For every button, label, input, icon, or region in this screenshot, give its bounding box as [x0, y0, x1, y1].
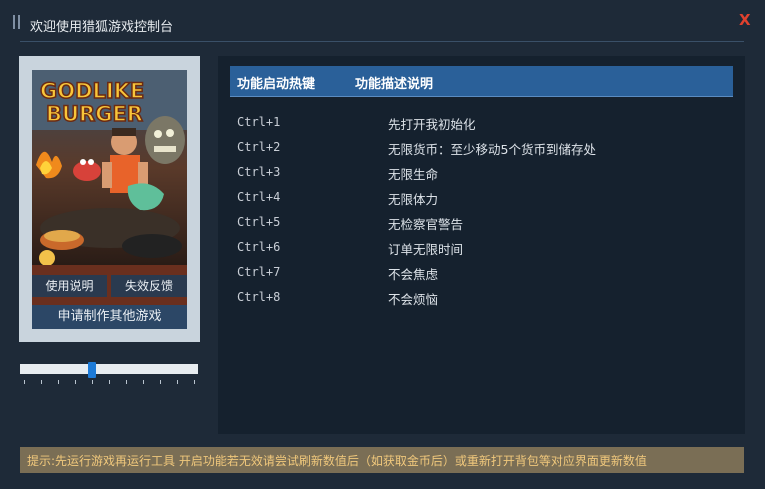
hotkey-key: Ctrl+2: [237, 140, 281, 154]
manual-button[interactable]: 使用说明: [32, 275, 107, 297]
hotkey-key: Ctrl+6: [237, 240, 281, 254]
hotkey-row: Ctrl+1 先打开我初始化: [237, 112, 727, 137]
slider-tick: [194, 380, 195, 384]
slider-tick: [92, 380, 93, 384]
hotkey-panel: 功能启动热键 功能描述说明 Ctrl+1 先打开我初始化 Ctrl+2 无限货币：至少…: [218, 56, 745, 434]
cover-logo-line1: GODLIKE: [40, 79, 144, 103]
slider-tick: [143, 380, 144, 384]
hotkey-key: Ctrl+4: [237, 190, 281, 204]
request-game-button[interactable]: 申请制作其他游戏: [32, 305, 187, 329]
description-column-header: 功能描述说明: [355, 77, 434, 92]
hotkey-row: Ctrl+6 订单无限时间: [237, 237, 727, 262]
slider-tick: [41, 380, 42, 384]
hotkey-description: 不会焦虑: [388, 267, 439, 282]
slider-track[interactable]: [20, 364, 198, 374]
slider-tick: [160, 380, 161, 384]
opacity-slider[interactable]: [20, 362, 198, 386]
close-button[interactable]: X: [739, 11, 751, 29]
slider-tick: [126, 380, 127, 384]
slider-tick: [109, 380, 110, 384]
hotkey-row: Ctrl+7 不会焦虑: [237, 262, 727, 287]
hotkey-key: Ctrl+7: [237, 265, 281, 279]
slider-ticks: [20, 380, 198, 385]
hotkey-row: Ctrl+2 无限货币：至少移动5个货币到储存处: [237, 137, 727, 162]
hotkey-key: Ctrl+3: [237, 165, 281, 179]
hotkey-row: Ctrl+5 无检察官警告: [237, 212, 727, 237]
title-bar: 欢迎使用猎狐游戏控制台 X: [0, 0, 765, 44]
window-title: 欢迎使用猎狐游戏控制台: [30, 20, 174, 35]
game-card: GODLIKE BURGER 使用说明 失效反馈 申请制作其他游戏: [19, 56, 200, 342]
hotkey-column-header: 功能启动热键: [237, 77, 316, 92]
drag-grip-icon[interactable]: [13, 15, 21, 29]
tip-bar: 提示:先运行游戏再运行工具 开启功能若无效请尝试刷新数值后（如获取金币后）或重新…: [20, 447, 744, 473]
slider-tick: [24, 380, 25, 384]
hotkey-description: 先打开我初始化: [388, 117, 476, 132]
feedback-button[interactable]: 失效反馈: [111, 275, 187, 297]
slider-tick: [75, 380, 76, 384]
hotkey-description: 无检察官警告: [388, 217, 464, 232]
slider-tick: [177, 380, 178, 384]
hotkey-description: 无限生命: [388, 167, 439, 182]
title-divider: [20, 41, 744, 42]
hotkey-description: 不会烦恼: [388, 292, 439, 307]
hotkey-row: Ctrl+4 无限体力: [237, 187, 727, 212]
cover-logo-line2: BURGER: [46, 102, 143, 126]
hotkey-description: 订单无限时间: [388, 242, 464, 257]
hotkey-key: Ctrl+1: [237, 115, 281, 129]
hotkey-description: 无限货币：至少移动5个货币到储存处: [388, 142, 596, 157]
hotkey-row: Ctrl+8 不会烦恼: [237, 287, 727, 312]
hotkey-key: Ctrl+8: [237, 290, 281, 304]
slider-tick: [58, 380, 59, 384]
slider-thumb[interactable]: [88, 362, 96, 378]
table-header: 功能启动热键 功能描述说明: [230, 66, 733, 97]
hotkey-key: Ctrl+5: [237, 215, 281, 229]
hotkey-row: Ctrl+3 无限生命: [237, 162, 727, 187]
tip-text: 提示:先运行游戏再运行工具 开启功能若无效请尝试刷新数值后（如获取金币后）或重新…: [27, 454, 647, 468]
hotkey-description: 无限体力: [388, 192, 439, 207]
